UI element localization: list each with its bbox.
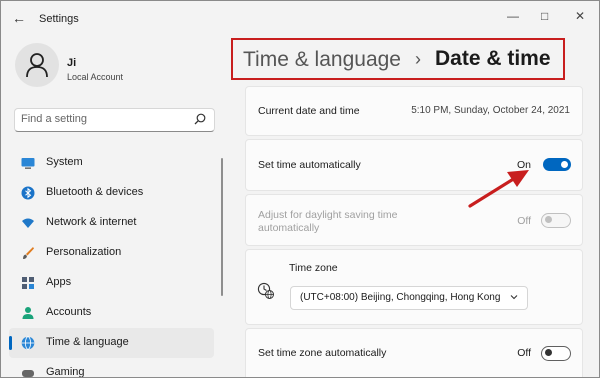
sidebar-item-accounts[interactable]: Accounts <box>9 298 214 328</box>
apps-icon <box>22 277 34 289</box>
time-zone-card: Time zone (UTC+08:00) Beijing, Chongqing… <box>245 249 583 325</box>
wifi-icon <box>22 218 34 228</box>
person-icon <box>22 307 34 319</box>
set-time-zone-automatically-label: Set time zone automatically <box>258 347 387 359</box>
sidebar-item-personalization[interactable]: Personalization <box>9 238 214 268</box>
sidebar-item-label: Accounts <box>46 306 92 318</box>
search-input[interactable] <box>21 113 181 125</box>
time-zone-clock-icon <box>257 282 274 299</box>
current-date-time-label: Current date and time <box>258 105 360 117</box>
user-account-type: Local Account <box>67 72 124 82</box>
sidebar-nav: System Bluetooth & devices Network & int… <box>9 148 215 378</box>
title-bar: ← Settings — □ ✕ <box>1 1 599 35</box>
search-box[interactable] <box>14 108 215 132</box>
time-zone-label: Time zone <box>289 262 338 274</box>
globe-clock-icon <box>21 336 35 350</box>
breadcrumb-separator-icon: › <box>415 49 421 69</box>
maximize-icon[interactable]: □ <box>541 9 548 23</box>
time-zone-dropdown[interactable]: (UTC+08:00) Beijing, Chongqing, Hong Kon… <box>290 286 528 310</box>
sidebar-item-network[interactable]: Network & internet <box>9 208 214 238</box>
person-icon <box>26 53 48 78</box>
set-time-zone-automatically-state: Off <box>517 347 531 359</box>
toggle-knob <box>561 161 568 168</box>
minimize-icon[interactable]: — <box>507 9 519 23</box>
toggle-knob <box>545 216 552 223</box>
breadcrumb: Time & language › Date & time <box>231 38 565 80</box>
sidebar-item-label: Gaming <box>46 366 85 378</box>
gamepad-icon <box>22 370 34 377</box>
sidebar-item-label: Time & language <box>46 336 129 348</box>
sidebar-item-apps[interactable]: Apps <box>9 268 214 298</box>
app-title: Settings <box>39 13 79 25</box>
set-time-automatically-toggle[interactable] <box>543 158 571 171</box>
time-zone-selected-value: (UTC+08:00) Beijing, Chongqing, Hong Kon… <box>300 292 500 303</box>
sidebar-item-label: Personalization <box>46 246 122 258</box>
search-icon[interactable] <box>194 113 206 125</box>
daylight-saving-state: Off <box>517 215 531 227</box>
daylight-saving-label-line2: automatically <box>258 222 320 234</box>
page-title: Date & time <box>435 47 551 70</box>
sidebar-item-gaming[interactable]: Gaming <box>9 358 214 378</box>
set-time-automatically-label: Set time automatically <box>258 159 361 171</box>
back-arrow-icon[interactable]: ← <box>12 10 26 26</box>
sidebar-item-time-language[interactable]: Time & language <box>9 328 214 358</box>
sidebar-item-label: System <box>46 156 83 168</box>
settings-window: ← Settings — □ ✕ Ji Local Account System <box>0 0 600 378</box>
sidebar-item-label: Network & internet <box>46 216 137 228</box>
avatar[interactable] <box>15 43 59 87</box>
sidebar-item-bluetooth[interactable]: Bluetooth & devices <box>9 178 214 208</box>
sidebar-item-label: Bluetooth & devices <box>46 186 144 198</box>
set-time-zone-automatically-toggle[interactable] <box>541 346 571 361</box>
sidebar-item-label: Apps <box>46 276 72 288</box>
current-date-time-value: 5:10 PM, Sunday, October 24, 2021 <box>411 105 570 116</box>
close-icon[interactable]: ✕ <box>575 9 585 23</box>
daylight-saving-toggle[interactable] <box>541 213 571 228</box>
current-date-time-card: Current date and time 5:10 PM, Sunday, O… <box>245 86 583 136</box>
bluetooth-icon <box>21 186 35 200</box>
brush-icon <box>23 247 34 259</box>
annotation-arrow-icon <box>468 170 529 208</box>
chevron-down-icon <box>510 295 518 300</box>
daylight-saving-label-line1: Adjust for daylight saving time <box>258 209 398 221</box>
sidebar-item-system[interactable]: System <box>9 148 214 178</box>
set-time-zone-automatically-card: Set time zone automatically Off <box>245 328 583 377</box>
sidebar-scrollbar[interactable] <box>221 158 223 296</box>
toggle-knob <box>545 349 552 356</box>
breadcrumb-parent[interactable]: Time & language <box>243 48 401 72</box>
monitor-icon <box>21 158 35 169</box>
user-name: Ji <box>67 57 77 69</box>
